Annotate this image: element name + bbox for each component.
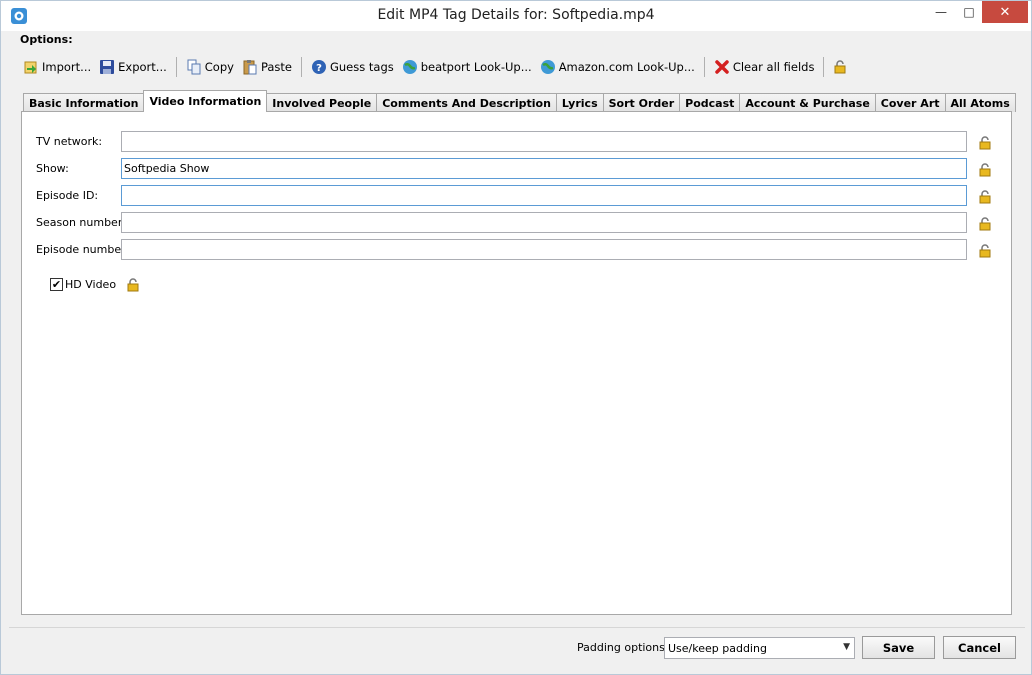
padding-options-label: Padding options: — [577, 641, 669, 654]
amazon-lookup-label: Amazon.com Look-Up... — [558, 60, 695, 74]
episode-id-label: Episode ID: — [36, 189, 99, 202]
cancel-button[interactable]: Cancel — [943, 636, 1016, 659]
toolbar-separator — [823, 57, 825, 77]
tab-basic-information[interactable]: Basic Information — [23, 93, 145, 112]
padlock-icon — [834, 60, 846, 74]
clear-all-fields-button[interactable]: Clear all fields — [710, 55, 819, 79]
tab-all-atoms[interactable]: All Atoms — [944, 93, 1016, 112]
window-title: Edit MP4 Tag Details for: Softpedia.mp4 — [377, 7, 655, 23]
paste-button[interactable]: Paste — [238, 55, 296, 79]
guess-tags-button[interactable]: ? Guess tags — [307, 55, 398, 79]
footer-separator — [9, 627, 1025, 628]
red-x-icon — [715, 60, 729, 74]
season-number-input[interactable] — [121, 212, 967, 233]
clear-all-fields-label: Clear all fields — [732, 60, 815, 74]
toolbar: Import... Export... Copy Paste ? Guess t… — [19, 55, 854, 79]
show-input[interactable]: Softpedia Show — [121, 158, 967, 179]
episode-number-input[interactable] — [121, 239, 967, 260]
amazon-lookup-button[interactable]: Amazon.com Look-Up... — [536, 55, 699, 79]
tv-network-label: TV network: — [36, 135, 103, 148]
lock-all-button[interactable] — [829, 55, 854, 79]
tab-cover-art[interactable]: Cover Art — [874, 93, 946, 112]
tab-account-and-purchase[interactable]: Account & Purchase — [739, 93, 876, 112]
save-disk-icon — [100, 60, 115, 74]
paste-label: Paste — [260, 60, 292, 74]
padlock-icon[interactable] — [978, 136, 992, 150]
import-button[interactable]: Import... — [19, 55, 95, 79]
guess-tags-label: Guess tags — [329, 60, 394, 74]
title-bar[interactable]: Edit MP4 Tag Details for: Softpedia.mp4 … — [1, 1, 1031, 31]
maximize-button[interactable]: □ — [954, 1, 984, 23]
padlock-icon[interactable] — [978, 217, 992, 231]
copy-button[interactable]: Copy — [182, 55, 238, 79]
save-button[interactable]: Save — [862, 636, 935, 659]
padlock-icon[interactable] — [126, 278, 140, 292]
beatport-lookup-label: beatport Look-Up... — [420, 60, 532, 74]
video-information-panel: TV network: Show: Softpedia Show Episode… — [21, 111, 1012, 615]
copy-icon — [187, 59, 201, 75]
help-icon: ? — [311, 60, 326, 74]
season-number-label: Season number: — [36, 216, 126, 229]
padlock-icon[interactable] — [978, 190, 992, 204]
beatport-lookup-button[interactable]: beatport Look-Up... — [398, 55, 536, 79]
toolbar-separator — [175, 57, 177, 77]
minimize-button[interactable]: — — [926, 1, 956, 23]
hd-video-label: HD Video — [65, 278, 117, 291]
globe-icon — [540, 60, 555, 74]
tab-sort-order[interactable]: Sort Order — [602, 93, 681, 112]
close-button[interactable]: ✕ — [982, 1, 1028, 23]
padlock-icon[interactable] — [978, 163, 992, 177]
padding-options-value: Use/keep padding — [668, 642, 767, 655]
export-button[interactable]: Export... — [95, 55, 171, 79]
tab-lyrics[interactable]: Lyrics — [555, 93, 604, 112]
tab-comments-and-description[interactable]: Comments And Description — [376, 93, 557, 112]
episode-number-label: Episode number: — [36, 243, 130, 256]
hd-video-checkbox[interactable]: ✔ — [50, 278, 63, 291]
padding-options-select[interactable]: Use/keep padding ▼ — [664, 637, 855, 659]
tab-strip: Basic Information Video Information Invo… — [23, 90, 1016, 112]
chevron-down-icon: ▼ — [843, 642, 850, 652]
options-label: Options: — [20, 33, 73, 46]
edit-tag-window: Edit MP4 Tag Details for: Softpedia.mp4 … — [0, 0, 1032, 675]
tab-involved-people[interactable]: Involved People — [266, 93, 378, 112]
globe-icon — [402, 60, 417, 74]
paste-icon — [243, 60, 257, 75]
import-label: Import... — [42, 60, 92, 74]
import-icon — [24, 61, 37, 74]
tv-network-input[interactable] — [121, 131, 967, 152]
padlock-icon[interactable] — [978, 244, 992, 258]
show-label: Show: — [36, 162, 69, 175]
toolbar-separator — [300, 57, 302, 77]
export-label: Export... — [118, 60, 167, 74]
tab-podcast[interactable]: Podcast — [679, 93, 741, 112]
copy-label: Copy — [204, 60, 234, 74]
tab-video-information[interactable]: Video Information — [143, 90, 268, 112]
episode-id-input[interactable] — [121, 185, 967, 206]
toolbar-separator — [703, 57, 705, 77]
svg-text:?: ? — [316, 63, 322, 74]
